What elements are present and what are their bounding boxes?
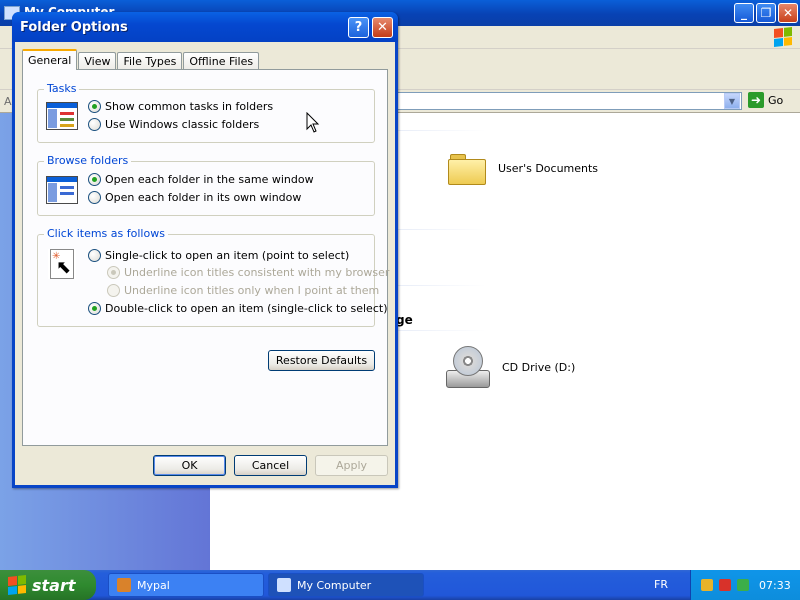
item-label: CD Drive (D:)	[502, 360, 576, 374]
radio-label: Open each folder in the same window	[105, 173, 314, 186]
my-computer-icon	[277, 578, 291, 592]
radio-label: Open each folder in its own window	[105, 191, 302, 204]
restore-icon[interactable]: ❐	[756, 3, 776, 23]
taskbar-item-mypal[interactable]: Mypal	[108, 573, 264, 597]
security-shield-icon[interactable]	[719, 579, 731, 591]
chevron-down-icon[interactable]: ▼	[724, 93, 740, 109]
close-icon[interactable]: ✕	[372, 17, 393, 38]
general-tab-panel: Tasks Show common tasks in folders Use W…	[22, 69, 389, 446]
browse-folders-group: Browse folders Open each folder in the s…	[37, 154, 375, 216]
mypal-icon	[117, 578, 131, 592]
click-pointer-icon: ✳ ⬉	[48, 249, 76, 279]
double-click-radio[interactable]: Double-click to open an item (single-cli…	[88, 302, 387, 315]
clock: 07:33	[759, 578, 791, 592]
item-label: User's Documents	[498, 161, 599, 175]
radio-button	[107, 266, 120, 279]
dialog-title: Folder Options	[20, 20, 128, 35]
folder-icon	[448, 152, 486, 185]
taskbar-item-my-computer[interactable]: My Computer	[268, 573, 424, 597]
mouse-pointer-icon	[306, 112, 320, 133]
cd-drive-item[interactable]: CD Drive (D:)	[444, 344, 575, 390]
classic-folders-radio[interactable]: Use Windows classic folders	[88, 118, 259, 131]
tab-strip: General View File Types Offline Files	[22, 49, 260, 70]
taskbar-item-label: Mypal	[137, 578, 170, 592]
folder-options-dialog: Folder Options ? ✕ General View File Typ…	[12, 12, 398, 488]
dialog-titlebar[interactable]: Folder Options ? ✕	[12, 12, 398, 42]
own-window-radio[interactable]: Open each folder in its own window	[88, 191, 301, 204]
ok-button[interactable]: OK	[153, 455, 226, 476]
section-divider	[396, 229, 486, 230]
network-icon[interactable]	[737, 579, 749, 591]
click-items-group-title: Click items as follows	[44, 227, 168, 240]
radio-label: Use Windows classic folders	[105, 118, 260, 131]
address-input[interactable]	[396, 92, 742, 110]
radio-button[interactable]	[88, 118, 101, 131]
browse-folders-icon	[46, 176, 78, 204]
address-label: A	[4, 95, 12, 108]
same-window-radio[interactable]: Open each folder in the same window	[88, 173, 314, 186]
cancel-button[interactable]: Cancel	[234, 455, 307, 476]
tab-view[interactable]: View	[78, 52, 117, 70]
radio-button[interactable]	[88, 302, 101, 315]
apply-button: Apply	[315, 455, 388, 476]
underline-point-radio: Underline icon titles only when I point …	[107, 284, 379, 297]
windows-logo-icon	[8, 575, 26, 595]
start-label: start	[32, 575, 76, 595]
section-header: ge	[396, 313, 413, 327]
click-items-group: Click items as follows ✳ ⬉ Single-click t…	[37, 227, 389, 327]
taskbar: start Mypal My Computer FR 07:33	[0, 570, 800, 600]
go-button[interactable]: ➜ Go	[748, 92, 783, 108]
tab-offline-files[interactable]: Offline Files	[183, 52, 260, 70]
close-icon[interactable]: ✕	[778, 3, 798, 23]
users-documents-item[interactable]: User's Documents	[448, 152, 599, 185]
tasks-group: Tasks Show common tasks in folders Use W…	[37, 82, 375, 143]
go-arrow-icon: ➜	[748, 92, 764, 108]
start-button[interactable]: start	[0, 570, 96, 600]
tray-tool-icon[interactable]	[701, 579, 713, 591]
browse-folders-group-title: Browse folders	[44, 154, 132, 167]
windows-logo-icon	[774, 27, 792, 47]
radio-label: Double-click to open an item (single-cli…	[105, 302, 388, 315]
radio-label: Underline icon titles only when I point …	[124, 284, 380, 297]
radio-label: Single-click to open an item (point to s…	[105, 249, 350, 262]
go-label: Go	[768, 93, 784, 107]
language-indicator[interactable]: FR	[654, 578, 668, 591]
cd-drive-icon	[444, 344, 490, 390]
tab-file-types[interactable]: File Types	[117, 52, 183, 70]
radio-button[interactable]	[88, 249, 101, 262]
tab-general[interactable]: General	[22, 49, 78, 70]
section-divider	[396, 330, 486, 331]
section-divider	[396, 285, 486, 286]
system-tray: 07:33	[690, 570, 800, 600]
section-divider	[396, 130, 486, 131]
radio-label: Show common tasks in folders	[105, 100, 274, 113]
restore-defaults-button[interactable]: Restore Defaults	[268, 350, 375, 371]
tasks-group-title: Tasks	[44, 82, 80, 95]
common-tasks-icon	[46, 102, 78, 130]
radio-button[interactable]	[88, 191, 101, 204]
help-icon[interactable]: ?	[348, 17, 369, 38]
radio-label: Underline icon titles consistent with my…	[124, 266, 390, 279]
minimize-icon[interactable]: _	[734, 3, 754, 23]
radio-button[interactable]	[88, 100, 101, 113]
taskbar-item-label: My Computer	[297, 578, 372, 592]
radio-button	[107, 284, 120, 297]
single-click-radio[interactable]: Single-click to open an item (point to s…	[88, 249, 349, 262]
underline-browser-radio: Underline icon titles consistent with my…	[107, 266, 389, 279]
show-common-tasks-radio[interactable]: Show common tasks in folders	[88, 100, 273, 113]
radio-button[interactable]	[88, 173, 101, 186]
dialog-body: General View File Types Offline Files Ta…	[15, 42, 395, 485]
